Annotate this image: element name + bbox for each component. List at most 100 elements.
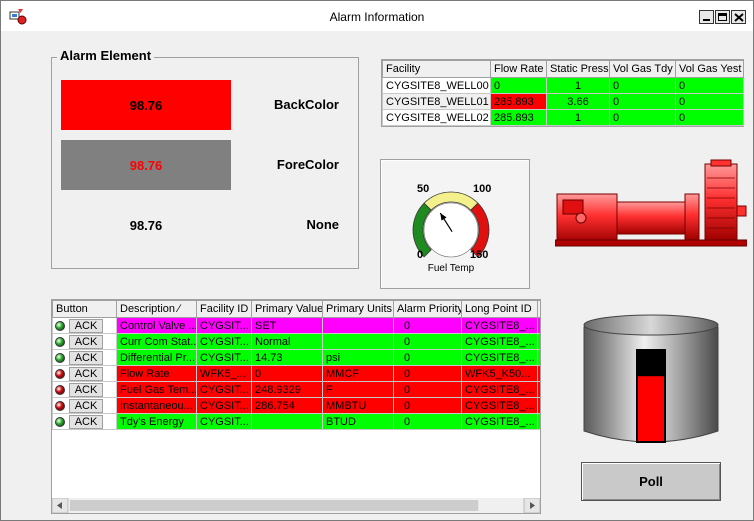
t-cell: 10 [537, 381, 540, 398]
long-point-id-cell: CYGSITE8_... [461, 413, 538, 430]
primary-value-cell: 14.73 [251, 349, 323, 366]
maximize-icon [718, 13, 727, 21]
pump-motor-graphic [555, 159, 747, 247]
tank-level-fill [638, 376, 664, 441]
alarm-row[interactable]: ACK Control Valve ... CYGSIT... SET 0 CYGSITE… [52, 317, 540, 334]
static-press-column-header[interactable]: Static Press [546, 60, 610, 78]
description-cell: Curr Com Stat... [116, 333, 197, 350]
facility-id-cell: CYGSIT... [196, 381, 252, 398]
ack-button[interactable]: ACK [69, 350, 103, 365]
alarm-row[interactable]: ACK Curr Com Stat... CYGSIT... Normal 0 CYGSI… [52, 333, 540, 350]
vol-gas-yest-column-header[interactable]: Vol Gas Yest [675, 60, 744, 78]
client-area: Alarm Element 98.76 BackColor 98.76 Fore… [9, 31, 747, 514]
alarm-priority-cell: 0 [393, 365, 462, 382]
facility-id-cell: CYGSIT... [196, 333, 252, 350]
long-point-id-cell: CYGSITE8_... [461, 397, 538, 414]
scroll-thumb[interactable] [69, 500, 479, 511]
primary-value-cell: 248.9329 [251, 381, 323, 398]
pump-flange [684, 193, 700, 241]
facility-row[interactable]: CYGSITE8_WELL00 0 1 0 0 [382, 77, 744, 94]
close-button[interactable] [731, 10, 746, 24]
none-sample: 98.76 [129, 217, 163, 233]
description-cell: Flow Rate [116, 365, 197, 382]
facility-column-header[interactable]: Facility [382, 60, 491, 78]
t-cell: 6 [537, 317, 540, 334]
alarm-priority-cell: 0 [393, 349, 462, 366]
long-point-id-cell: CYGSITE8_... [461, 317, 538, 334]
flow-rate-column-header[interactable]: Flow Rate [490, 60, 547, 78]
long-point-id-column-header[interactable]: Long Point ID [461, 300, 538, 318]
status-dot-icon [55, 336, 65, 347]
primary-units-cell: F [322, 381, 394, 398]
button-cell: ACK [52, 365, 117, 382]
alarm-row[interactable]: ACK Tdy's Energy CYGSIT... BTUD 0 CYGSITE8_..… [52, 413, 540, 430]
alarm-information-window: Alarm Information Alarm Element 98.76 Ba… [0, 0, 754, 521]
long-point-id-cell: WFK5_K50... [461, 365, 538, 382]
motor-junction-box [562, 199, 584, 215]
maximize-button[interactable] [715, 10, 730, 24]
alarm-row[interactable]: ACK Differential Pr... CYGSIT... 14.73 psi 0 C… [52, 349, 540, 366]
ack-button[interactable]: ACK [69, 414, 103, 429]
primary-value-cell: 286.754 [251, 397, 323, 414]
vol-gas-tdy-column-header[interactable]: Vol Gas Tdy [609, 60, 676, 78]
alarm-row[interactable]: ACK Instantaneou... CYGSIT... 286.754 MMBTU 0… [52, 397, 540, 414]
close-icon [734, 13, 744, 22]
button-column-header[interactable]: Button [52, 300, 117, 318]
status-dot-icon [55, 416, 65, 427]
alarm-row[interactable]: ACK Fuel Gas Tem... CYGSIT... 248.9329 F 0 CYG… [52, 381, 540, 398]
facility-cell: CYGSITE8_WELL02 [382, 109, 491, 126]
alarm-priority-column-header[interactable]: Alarm Priority [393, 300, 462, 318]
facility-id-column-header[interactable]: Facility ID [196, 300, 252, 318]
facility-grid[interactable]: Facility Flow Rate Static Press Vol Gas … [381, 59, 744, 127]
ack-button[interactable]: ACK [69, 382, 103, 397]
poll-button[interactable]: Poll [581, 462, 721, 501]
ack-button[interactable]: ACK [69, 398, 103, 413]
t-column-header[interactable]: T [537, 300, 540, 318]
gauge-label-0: 0 [417, 249, 423, 261]
t-cell: 8 [537, 413, 540, 430]
button-cell: ACK [52, 333, 117, 350]
alarm-priority-cell: 0 [393, 381, 462, 398]
alarm-row[interactable]: ACKFlow RateWFK5_...0MMCF0WFK5_K50...5 [52, 365, 540, 382]
button-cell: ACK [52, 381, 117, 398]
ack-button[interactable]: ACK [69, 334, 103, 349]
forecolor-sample: 98.76 [61, 140, 231, 190]
t-cell: 5 [537, 365, 540, 382]
button-cell: ACK [52, 397, 117, 414]
status-dot-icon [55, 368, 65, 379]
facility-cell: CYGSITE8_WELL01 [382, 93, 491, 110]
facility-id-cell: CYGSIT... [196, 317, 252, 334]
forecolor-label: ForeColor [276, 157, 339, 172]
long-point-id-cell: CYGSITE8_... [461, 349, 538, 366]
flow-rate-cell: 285.893 [490, 93, 547, 110]
ack-button[interactable]: ACK [69, 318, 103, 333]
minimize-icon [703, 19, 710, 21]
description-header-label: Description [120, 303, 176, 315]
flow-rate-cell: 285.893 [490, 109, 547, 126]
primary-units-column-header[interactable]: Primary Units [322, 300, 394, 318]
backcolor-label: BackColor [273, 97, 339, 112]
facility-id-cell: CYGSIT... [196, 413, 252, 430]
gauge-label-50: 50 [417, 183, 429, 195]
static-press-cell: 1 [546, 77, 610, 94]
alarm-priority-cell: 0 [393, 333, 462, 350]
static-press-cell: 1 [546, 109, 610, 126]
status-dot-icon [55, 400, 65, 411]
primary-units-cell: psi [322, 349, 394, 366]
none-label: None [306, 217, 340, 232]
horizontal-scrollbar[interactable] [52, 498, 540, 513]
facility-row[interactable]: CYGSITE8_WELL02 285.893 1 0 0 [382, 109, 744, 126]
primary-value-column-header[interactable]: Primary Value [251, 300, 323, 318]
gauge-label-150: 150 [470, 249, 488, 261]
button-cell: ACK [52, 349, 117, 366]
alarm-list-grid[interactable]: Button Description ∕ Facility ID Primary… [51, 299, 541, 514]
vol-gas-yest-cell: 0 [675, 109, 744, 126]
vol-gas-tdy-cell: 0 [609, 109, 676, 126]
description-column-header[interactable]: Description ∕ [116, 300, 197, 318]
description-cell: Tdy's Energy [116, 413, 197, 430]
ack-button[interactable]: ACK [69, 366, 103, 381]
window-title: Alarm Information [329, 10, 425, 24]
pump-body [704, 163, 738, 241]
minimize-button[interactable] [699, 10, 714, 24]
facility-row[interactable]: CYGSITE8_WELL01 285.893 3.66 0 0 [382, 93, 744, 110]
